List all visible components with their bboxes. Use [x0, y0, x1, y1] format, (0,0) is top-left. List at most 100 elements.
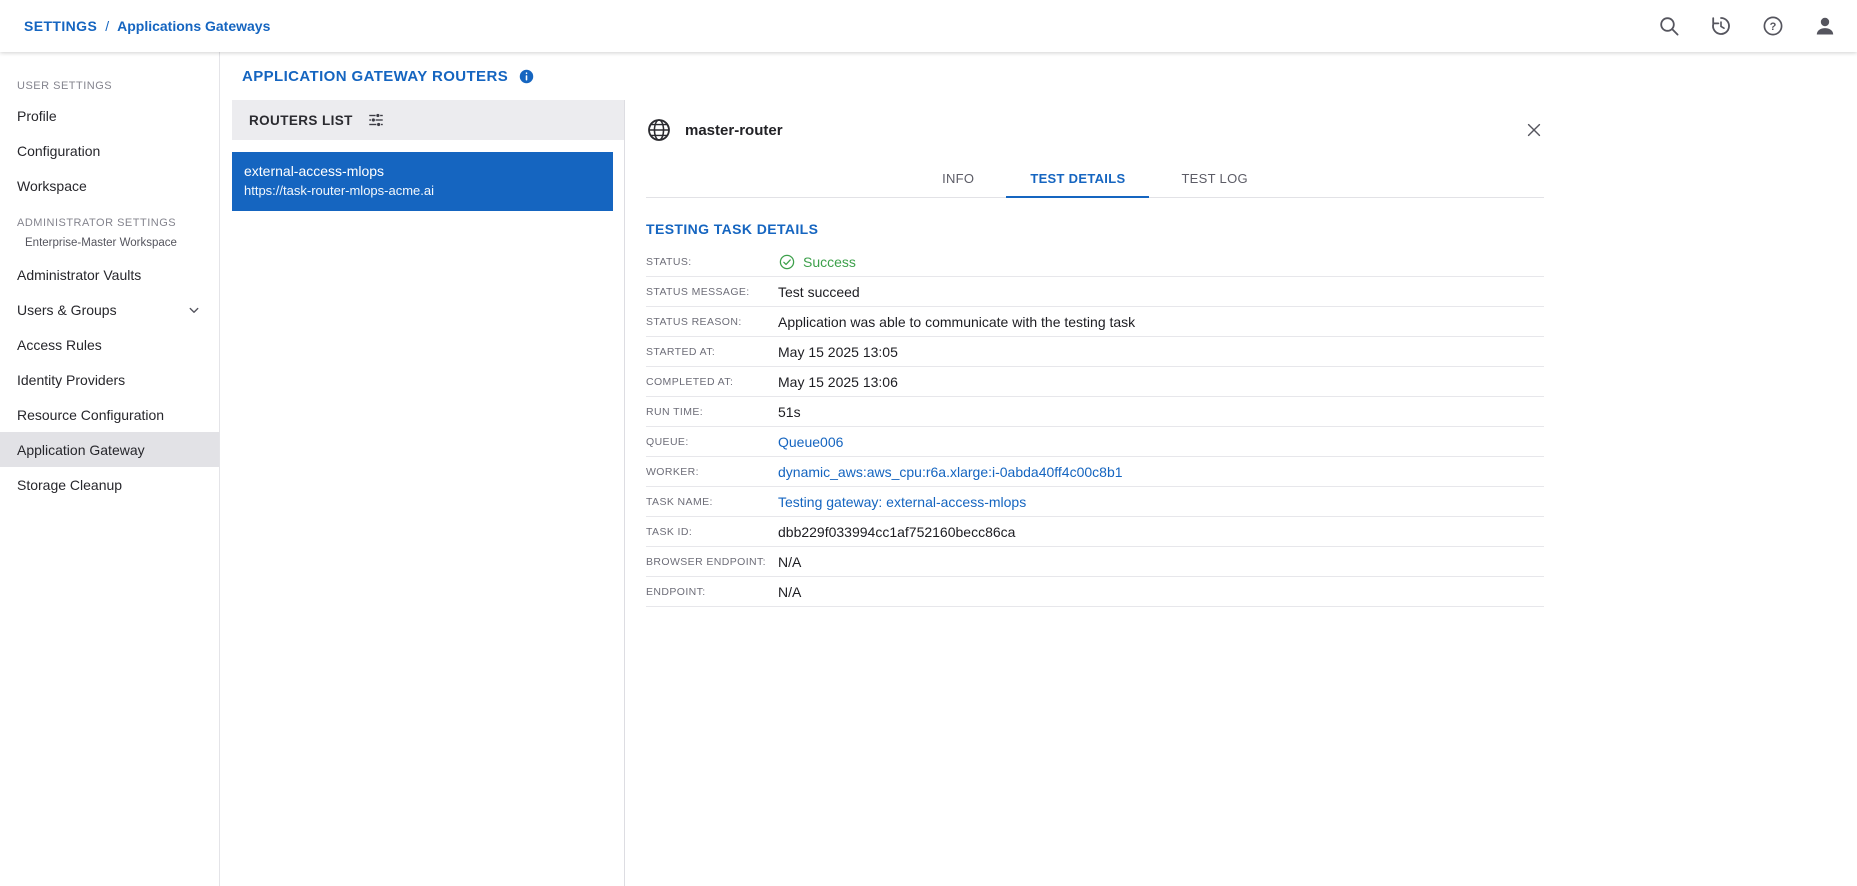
globe-icon	[646, 117, 672, 143]
detail-row: STATUS:Success	[646, 247, 1544, 277]
main-content: APPLICATION GATEWAY ROUTERS ROUTERS LIST…	[220, 52, 1857, 886]
sidebar-item-users-groups[interactable]: Users & Groups	[0, 292, 219, 327]
detail-row-value: Application was able to communicate with…	[778, 314, 1135, 330]
detail-row-label: STATUS REASON:	[646, 316, 778, 328]
detail-row-value: N/A	[778, 584, 801, 600]
sidebar-item-application-gateway[interactable]: Application Gateway	[0, 432, 219, 467]
sidebar-section-subheader: Enterprise-Master Workspace	[0, 235, 219, 257]
detail-row-value[interactable]: dynamic_aws:aws_cpu:r6a.xlarge:i-0abda40…	[778, 464, 1123, 480]
detail-row-label: WORKER:	[646, 466, 778, 478]
breadcrumb: SETTINGS / Applications Gateways	[24, 18, 270, 34]
detail-rows: STATUS:SuccessSTATUS MESSAGE:Test succee…	[646, 247, 1544, 607]
sidebar-item-label: Users & Groups	[17, 302, 117, 318]
testing-task-details-title: TESTING TASK DETAILS	[646, 221, 1544, 237]
info-icon[interactable]	[518, 68, 535, 85]
sidebar-item-storage-cleanup[interactable]: Storage Cleanup	[0, 467, 219, 502]
detail-row-label: BROWSER ENDPOINT:	[646, 556, 778, 568]
breadcrumb-applications-gateways[interactable]: Applications Gateways	[117, 18, 270, 34]
content-row: ROUTERS LIST external-access-mlops https:…	[220, 100, 1857, 886]
routers-list-title: ROUTERS LIST	[249, 113, 353, 128]
detail-row-label: COMPLETED AT:	[646, 376, 778, 388]
detail-row-label: ENDPOINT:	[646, 586, 778, 598]
detail-row-value-text: N/A	[778, 554, 801, 570]
detail-row: BROWSER ENDPOINT:N/A	[646, 547, 1544, 577]
detail-row-label: TASK ID:	[646, 526, 778, 538]
sidebar-item-label: Identity Providers	[17, 372, 125, 388]
filter-icon[interactable]	[367, 111, 385, 129]
router-detail-panel: master-router INFOTEST DETAILSTEST LOG T…	[625, 100, 1560, 886]
detail-row-label: STATUS MESSAGE:	[646, 286, 778, 298]
detail-row-value-text: dbb229f033994cc1af752160becc86ca	[778, 524, 1015, 540]
sidebar-item-label: Resource Configuration	[17, 407, 164, 423]
detail-row-label: TASK NAME:	[646, 496, 778, 508]
help-icon[interactable]: ?	[1761, 14, 1785, 38]
chevron-down-icon	[185, 301, 203, 319]
detail-row-value-text: Testing gateway: external-access-mlops	[778, 494, 1026, 510]
sidebar-item-access-rules[interactable]: Access Rules	[0, 327, 219, 362]
detail-row-value: N/A	[778, 554, 801, 570]
sidebar-item-label: Storage Cleanup	[17, 477, 122, 493]
detail-row: STARTED AT:May 15 2025 13:05	[646, 337, 1544, 367]
detail-row-value-text: N/A	[778, 584, 801, 600]
sidebar-item-resource-configuration[interactable]: Resource Configuration	[0, 397, 219, 432]
detail-row-value[interactable]: Queue006	[778, 434, 843, 450]
detail-row: COMPLETED AT:May 15 2025 13:06	[646, 367, 1544, 397]
detail-row-value-text: Test succeed	[778, 284, 860, 300]
detail-row-value-text: May 15 2025 13:06	[778, 374, 898, 390]
detail-row-value-text: 51s	[778, 404, 801, 420]
detail-row-value: Success	[778, 253, 856, 271]
success-check-icon	[778, 253, 796, 271]
detail-row-value: 51s	[778, 404, 801, 420]
detail-row: RUN TIME:51s	[646, 397, 1544, 427]
detail-row-label: STARTED AT:	[646, 346, 778, 358]
sidebar-item-label: Administrator Vaults	[17, 267, 141, 283]
sidebar-item-workspace[interactable]: Workspace	[0, 168, 219, 203]
detail-tabs: INFOTEST DETAILSTEST LOG	[646, 160, 1544, 198]
router-detail-header: master-router	[646, 100, 1544, 160]
router-detail-title: master-router	[685, 122, 1511, 139]
router-item-name: external-access-mlops	[244, 163, 597, 179]
detail-row-value-text: dynamic_aws:aws_cpu:r6a.xlarge:i-0abda40…	[778, 464, 1123, 480]
sidebar-section-header: ADMINISTRATOR SETTINGS	[0, 209, 219, 235]
detail-row-value: May 15 2025 13:05	[778, 344, 898, 360]
detail-row-value-text: May 15 2025 13:05	[778, 344, 898, 360]
detail-row-value-text: Application was able to communicate with…	[778, 314, 1135, 330]
sidebar-item-administrator-vaults[interactable]: Administrator Vaults	[0, 257, 219, 292]
profile-avatar-icon[interactable]	[1813, 14, 1837, 38]
tab-test-details[interactable]: TEST DETAILS	[1006, 160, 1149, 198]
sidebar: USER SETTINGSProfileConfigurationWorkspa…	[0, 52, 220, 886]
detail-row: STATUS MESSAGE:Test succeed	[646, 277, 1544, 307]
routers-list-header: ROUTERS LIST	[232, 100, 624, 140]
page-title: APPLICATION GATEWAY ROUTERS	[242, 68, 508, 85]
detail-row-value: dbb229f033994cc1af752160becc86ca	[778, 524, 1015, 540]
tab-info[interactable]: INFO	[918, 160, 998, 198]
history-icon[interactable]	[1709, 14, 1733, 38]
sidebar-item-profile[interactable]: Profile	[0, 98, 219, 133]
sidebar-item-identity-providers[interactable]: Identity Providers	[0, 362, 219, 397]
router-list-item-external-access-mlops[interactable]: external-access-mlops https://task-router…	[232, 152, 613, 211]
routers-panel: ROUTERS LIST external-access-mlops https:…	[232, 100, 625, 886]
breadcrumb-separator: /	[105, 18, 109, 34]
sidebar-item-label: Application Gateway	[17, 442, 145, 458]
sidebar-item-label: Workspace	[17, 178, 87, 194]
detail-row-value-text: Queue006	[778, 434, 843, 450]
router-item-url: https://task-router-mlops-acme.ai	[244, 183, 597, 198]
detail-row-value: Test succeed	[778, 284, 860, 300]
tab-test-log[interactable]: TEST LOG	[1157, 160, 1271, 198]
topbar: SETTINGS / Applications Gateways ?	[0, 0, 1857, 52]
detail-row-value: May 15 2025 13:06	[778, 374, 898, 390]
sidebar-item-label: Configuration	[17, 143, 100, 159]
sidebar-item-label: Access Rules	[17, 337, 102, 353]
detail-row-label: RUN TIME:	[646, 406, 778, 418]
page-title-row: APPLICATION GATEWAY ROUTERS	[220, 52, 1857, 100]
detail-row-value-text: Success	[803, 254, 856, 270]
detail-row-value[interactable]: Testing gateway: external-access-mlops	[778, 494, 1026, 510]
breadcrumb-settings[interactable]: SETTINGS	[24, 18, 97, 34]
detail-row: STATUS REASON:Application was able to co…	[646, 307, 1544, 337]
sidebar-item-configuration[interactable]: Configuration	[0, 133, 219, 168]
search-icon[interactable]	[1657, 14, 1681, 38]
sidebar-item-label: Profile	[17, 108, 57, 124]
close-icon[interactable]	[1524, 120, 1544, 140]
page-layout: USER SETTINGSProfileConfigurationWorkspa…	[0, 52, 1857, 886]
svg-text:?: ?	[1770, 21, 1777, 33]
